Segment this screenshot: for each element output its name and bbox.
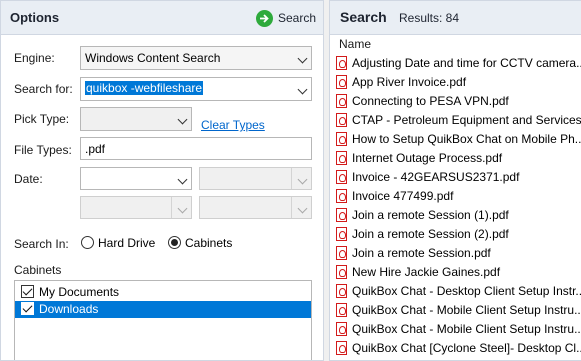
pdf-file-icon <box>336 75 347 89</box>
result-row[interactable]: QuikBox Chat [Cyclone Steel]- Desktop Cl… <box>336 339 581 358</box>
search-in-hard-drive-radio[interactable]: Hard Drive <box>81 236 155 250</box>
checkbox-checked-icon[interactable] <box>21 302 34 315</box>
search-button-label: Search <box>277 11 316 25</box>
hard-drive-label: Hard Drive <box>98 236 156 250</box>
date-field-dropdown[interactable] <box>199 167 312 190</box>
search-for-combobox[interactable]: quikbox -webfileshare <box>80 77 312 101</box>
pdf-file-icon <box>336 56 347 70</box>
pdf-file-icon <box>336 284 347 298</box>
result-row[interactable]: Internet Outage Process.pdf <box>336 149 581 168</box>
chevron-down-icon <box>297 53 308 64</box>
radio-selected-icon <box>168 236 181 249</box>
result-row[interactable]: CTAP - Petroleum Equipment and Services.… <box>336 111 581 130</box>
results-header: Search Results: 84 <box>330 1 581 35</box>
result-row[interactable]: QuikBox Chat - Mobile Client Setup Instr… <box>336 320 581 339</box>
pdf-file-icon <box>336 341 347 355</box>
pdf-file-icon <box>336 170 347 184</box>
pdf-file-icon <box>336 132 347 146</box>
file-types-input[interactable]: .pdf <box>80 137 312 160</box>
result-row[interactable]: Invoice 477499.pdf <box>336 187 581 206</box>
pdf-file-icon <box>336 265 347 279</box>
search-in-cabinets-radio[interactable]: Cabinets <box>168 236 232 250</box>
result-row[interactable]: QuikBox Chat - Desktop Client Setup Inst… <box>336 282 581 301</box>
results-panel: Search Results: 84 Name Adjusting Date a… <box>329 0 581 361</box>
search-button[interactable]: Search <box>255 8 316 28</box>
cabinets-list: My Documents Downloads <box>14 280 312 360</box>
engine-value: Windows Content Search <box>85 51 221 65</box>
result-row[interactable]: New Hire Jackie Gaines.pdf <box>336 263 581 282</box>
pdf-file-icon <box>336 227 347 241</box>
date-label: Date: <box>14 172 43 186</box>
pick-type-dropdown[interactable] <box>80 107 192 131</box>
search-in-label: Search In: <box>14 237 69 251</box>
pick-type-label: Pick Type: <box>14 112 70 126</box>
date-from-picker[interactable] <box>80 196 192 219</box>
result-row[interactable]: Join a remote Session (2).pdf <box>336 225 581 244</box>
cabinets-label: Cabinets <box>14 263 62 277</box>
date-to-picker[interactable] <box>199 196 312 219</box>
results-count: Results: 84 <box>399 11 460 25</box>
search-for-input[interactable]: quikbox -webfileshare <box>85 81 204 95</box>
checkbox-checked-icon[interactable] <box>21 285 34 298</box>
engine-label: Engine: <box>14 51 55 65</box>
options-panel: Options Search Engine: Windows Content S… <box>0 0 324 361</box>
pdf-file-icon <box>336 208 347 222</box>
go-arrow-icon <box>255 9 273 27</box>
chevron-down-icon <box>177 174 188 185</box>
results-title: Search <box>340 9 387 25</box>
result-row[interactable]: Connecting to PESA VPN.pdf <box>336 92 581 111</box>
pdf-file-icon <box>336 151 347 165</box>
chevron-down-icon <box>297 203 308 214</box>
cabinet-item-my-documents[interactable]: My Documents <box>15 284 311 301</box>
pdf-file-icon <box>336 94 347 108</box>
pdf-file-icon <box>336 189 347 203</box>
result-row[interactable]: QuikBox Chat - Mobile Client Setup Instr… <box>336 301 581 320</box>
chevron-down-icon <box>297 174 308 185</box>
pdf-file-icon <box>336 113 347 127</box>
cabinets-option-label: Cabinets <box>185 236 233 250</box>
chevron-down-icon[interactable] <box>297 84 308 95</box>
pdf-file-icon <box>336 246 347 260</box>
pdf-file-icon <box>336 322 347 336</box>
search-for-label: Search for: <box>14 82 73 96</box>
engine-dropdown[interactable]: Windows Content Search <box>80 46 312 70</box>
result-row[interactable]: Join a remote Session (1).pdf <box>336 206 581 225</box>
result-row[interactable]: Join a remote Session.pdf <box>336 244 581 263</box>
date-range-dropdown[interactable] <box>80 167 192 190</box>
clear-types-link[interactable]: Clear Types <box>201 118 265 132</box>
cabinet-item-downloads[interactable]: Downloads <box>15 301 311 318</box>
options-title: Options <box>10 10 60 25</box>
radio-icon <box>81 236 94 249</box>
result-row[interactable]: Adjusting Date and time for CCTV camera.… <box>336 54 581 73</box>
result-row[interactable]: App River Invoice.pdf <box>336 73 581 92</box>
options-header: Options Search <box>1 1 323 35</box>
cabinet-item-label: Downloads <box>39 302 99 316</box>
cabinet-item-label: My Documents <box>39 285 120 299</box>
chevron-down-icon <box>177 203 188 214</box>
file-types-value: .pdf <box>85 142 106 156</box>
file-types-label: File Types: <box>14 143 72 157</box>
result-row[interactable]: Invoice - 42GEARSUS2371.pdf <box>336 168 581 187</box>
result-row[interactable]: How to Setup QuikBox Chat on Mobile Ph..… <box>336 130 581 149</box>
chevron-down-icon <box>177 114 188 125</box>
name-column-header[interactable]: Name <box>339 37 371 51</box>
pdf-file-icon <box>336 303 347 317</box>
